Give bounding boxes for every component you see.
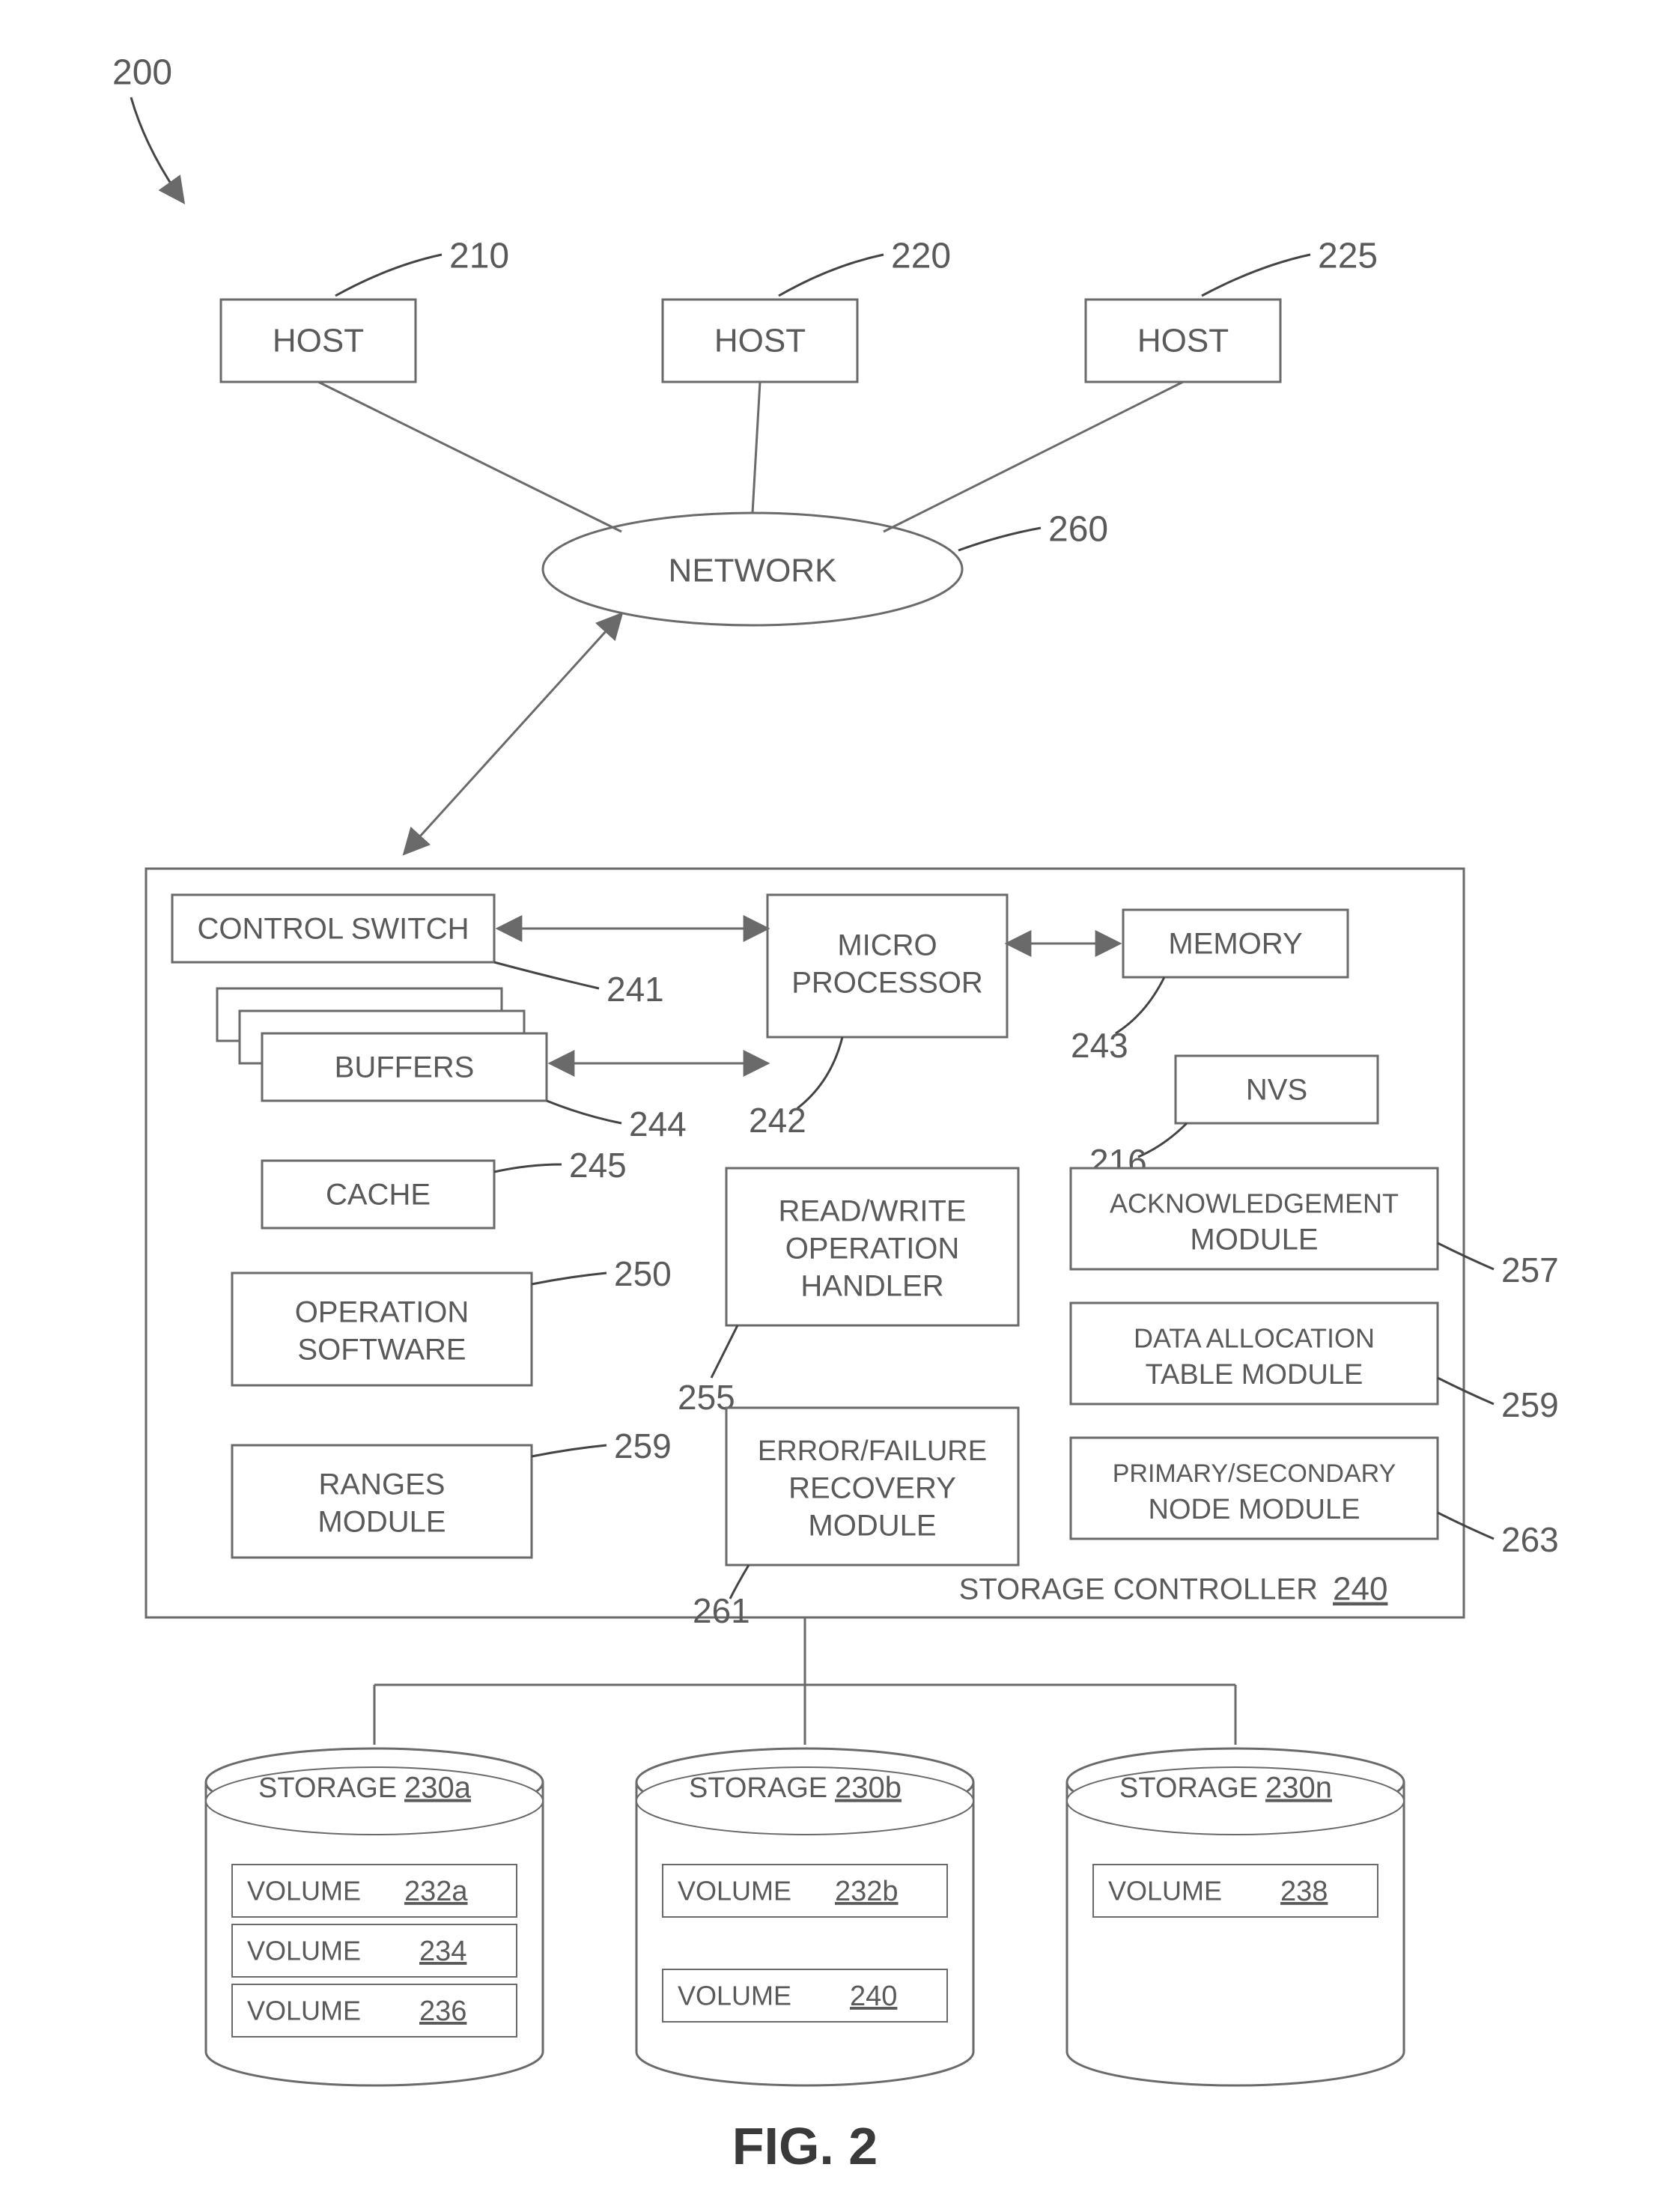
cache-ref: 245 (569, 1146, 627, 1185)
ranges-ref: 259 (614, 1426, 672, 1465)
ack-lead (1438, 1243, 1494, 1269)
ack-l1: ACKNOWLEDGEMENT (1110, 1188, 1399, 1219)
ps-ref: 263 (1501, 1520, 1559, 1559)
err-l3: MODULE (808, 1510, 936, 1543)
memory-label: MEMORY (1168, 928, 1302, 961)
vol-1b-ref: 234 (419, 1936, 466, 1967)
host-lead-2 (779, 255, 884, 296)
storage-ref-2: 230b (835, 1772, 902, 1805)
err-l2: RECOVERY (788, 1472, 956, 1505)
storage-label-1: STORAGE (258, 1772, 397, 1804)
storage-ref-3: 230n (1265, 1772, 1332, 1805)
storage-ref-1: 230a (404, 1772, 472, 1805)
host-lead-1 (335, 255, 442, 296)
host-ref-1: 210 (449, 237, 509, 276)
err-l1: ERROR/FAILURE (758, 1435, 987, 1467)
op-software-box (232, 1273, 532, 1385)
dat-ref: 259 (1501, 1385, 1559, 1424)
ps-lead (1438, 1513, 1494, 1539)
host-label-2: HOST (714, 323, 806, 359)
err-ref: 261 (693, 1591, 750, 1630)
ps-l1: PRIMARY/SECONDARY (1113, 1459, 1396, 1488)
network-lead (958, 528, 1041, 550)
micro-l2: PROCESSOR (791, 967, 983, 1000)
figure-ref: 200 (112, 53, 172, 93)
memory-lead (1116, 977, 1164, 1033)
vol-1a-label: VOLUME (247, 1876, 361, 1906)
vol-1c-label: VOLUME (247, 1996, 361, 2026)
control-switch-label: CONTROL SWITCH (198, 913, 469, 946)
figure-arrow (131, 97, 183, 202)
buffers-ref: 244 (629, 1105, 687, 1143)
storage-label-2: STORAGE (689, 1772, 827, 1804)
controller-ref: 240 (1333, 1571, 1387, 1608)
conn-host2-net (753, 382, 760, 513)
dat-l2: TABLE MODULE (1146, 1359, 1363, 1391)
controller-title: STORAGE CONTROLLER (959, 1573, 1318, 1606)
conn-host1-net (318, 382, 621, 532)
figure-caption: FIG. 2 (732, 2117, 878, 2175)
network-ref: 260 (1048, 510, 1108, 550)
host-label-1: HOST (273, 323, 364, 359)
vol-1b-label: VOLUME (247, 1936, 361, 1966)
host-ref-2: 220 (891, 237, 951, 276)
op-software-ref: 250 (614, 1254, 672, 1293)
vol-1c-ref: 236 (419, 1996, 466, 2027)
cache-lead (494, 1164, 562, 1172)
host-label-3: HOST (1137, 323, 1229, 359)
op-software-lead (532, 1273, 606, 1284)
micro-lead (797, 1037, 842, 1108)
vol-3a-label: VOLUME (1108, 1876, 1222, 1906)
ack-ref: 257 (1501, 1251, 1559, 1289)
rw-l3: HANDLER (800, 1270, 943, 1303)
vol-3a-ref: 238 (1280, 1876, 1328, 1907)
ranges-l1: RANGES (319, 1468, 446, 1501)
control-switch-lead (494, 962, 599, 988)
op-software-l2: SOFTWARE (297, 1334, 466, 1367)
ranges-l2: MODULE (317, 1506, 446, 1539)
rw-lead (711, 1325, 738, 1378)
control-switch-ref: 241 (606, 970, 664, 1009)
ack-l2: MODULE (1190, 1224, 1318, 1257)
dat-lead (1438, 1378, 1494, 1404)
vol-1a-ref: 232a (404, 1876, 468, 1907)
vol-2a-label: VOLUME (678, 1876, 791, 1906)
buffers-lead (547, 1101, 621, 1123)
rw-l1: READ/WRITE (778, 1195, 966, 1228)
conn-host3-net (884, 382, 1183, 532)
vol-2a-ref: 232b (835, 1876, 899, 1907)
rw-l2: OPERATION (785, 1233, 960, 1265)
vol-2b-label: VOLUME (678, 1981, 791, 2011)
micro-ref: 242 (749, 1101, 806, 1140)
dat-l1: DATA ALLOCATION (1134, 1323, 1375, 1354)
ps-l2: NODE MODULE (1149, 1494, 1361, 1525)
conn-net-controller (404, 614, 621, 854)
micro-l1: MICRO (837, 929, 937, 962)
vol-2b-ref: 240 (850, 1981, 897, 2012)
nvs-label: NVS (1246, 1074, 1307, 1107)
host-lead-3 (1202, 255, 1310, 296)
memory-ref: 243 (1071, 1026, 1128, 1065)
ranges-box (232, 1445, 532, 1558)
storage-label-3: STORAGE (1119, 1772, 1258, 1804)
ranges-lead (532, 1445, 606, 1456)
op-software-l1: OPERATION (295, 1296, 469, 1329)
buffers-label: BUFFERS (335, 1051, 475, 1084)
network-label: NETWORK (669, 553, 837, 589)
host-ref-3: 225 (1318, 237, 1378, 276)
cache-label: CACHE (326, 1179, 431, 1212)
